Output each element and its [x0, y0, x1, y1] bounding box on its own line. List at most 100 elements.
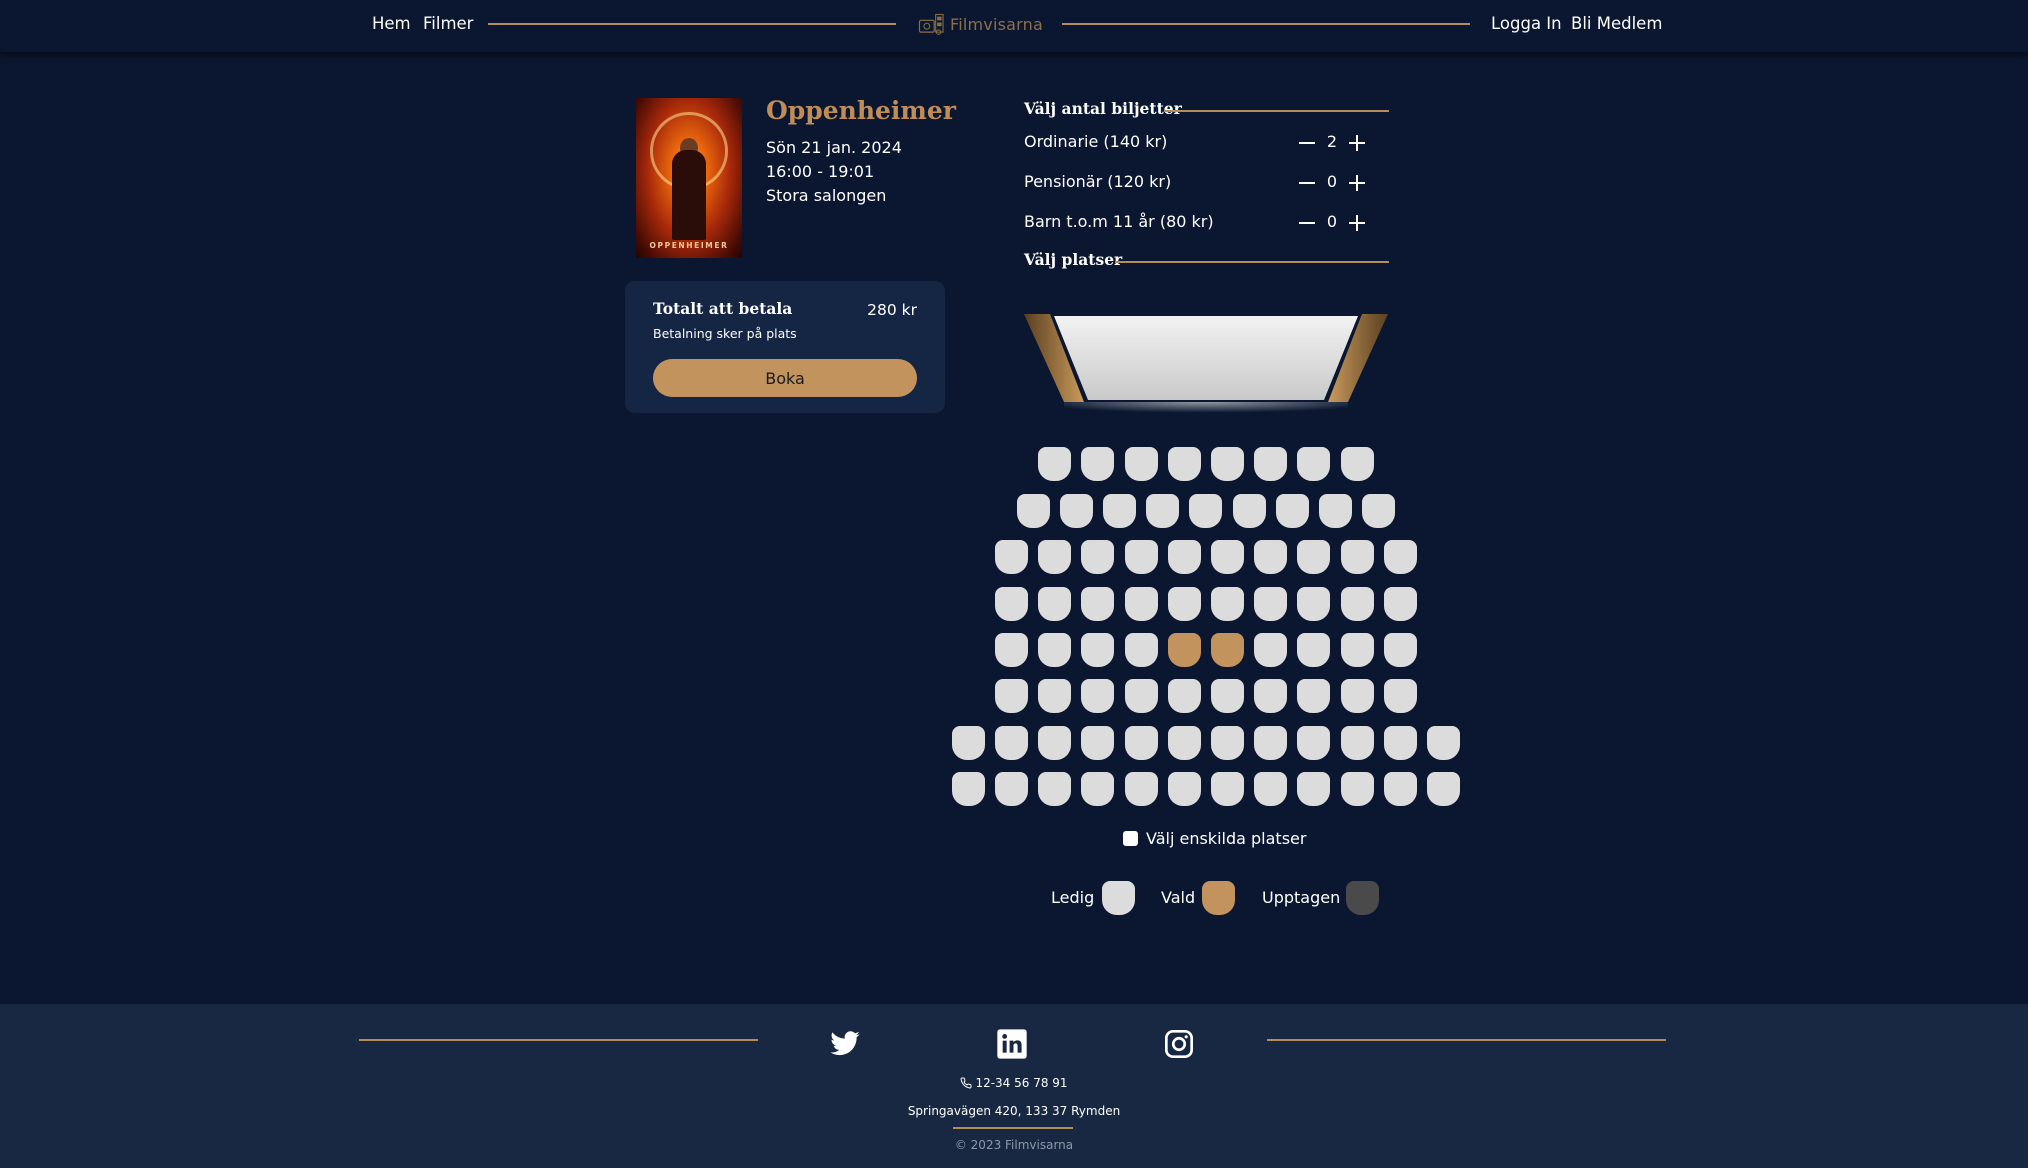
seat-free[interactable]: [1233, 494, 1266, 528]
seat-free[interactable]: [952, 726, 985, 760]
seat-free[interactable]: [1211, 772, 1244, 806]
seat-free[interactable]: [1384, 726, 1417, 760]
seat-free[interactable]: [1211, 679, 1244, 713]
seat-free[interactable]: [1081, 772, 1114, 806]
seat-free[interactable]: [1038, 726, 1071, 760]
seat-free[interactable]: [1254, 772, 1287, 806]
seat-selected[interactable]: [1168, 633, 1201, 667]
seat-free[interactable]: [1341, 679, 1374, 713]
logo[interactable]: Filmvisarna: [918, 8, 1043, 40]
seat-free[interactable]: [1125, 447, 1158, 481]
seat-free[interactable]: [1125, 772, 1158, 806]
seat-free[interactable]: [1038, 772, 1071, 806]
single-seats-toggle[interactable]: Välj enskilda platser: [1123, 829, 1306, 848]
increase-ticket-button[interactable]: [1347, 133, 1367, 153]
seat-free[interactable]: [1038, 540, 1071, 574]
seat-free[interactable]: [1297, 633, 1330, 667]
seat-free[interactable]: [1427, 726, 1460, 760]
seat-free[interactable]: [1362, 494, 1395, 528]
instagram-icon[interactable]: [1163, 1028, 1195, 1060]
decrease-ticket-button[interactable]: [1297, 173, 1317, 193]
seat-free[interactable]: [1038, 679, 1071, 713]
seat-free[interactable]: [1254, 726, 1287, 760]
seat-free[interactable]: [1427, 772, 1460, 806]
seat-free[interactable]: [1081, 726, 1114, 760]
seat-free[interactable]: [1081, 447, 1114, 481]
seat-free[interactable]: [1297, 447, 1330, 481]
seat-free[interactable]: [1297, 726, 1330, 760]
single-seats-checkbox[interactable]: [1123, 831, 1138, 846]
seat-free[interactable]: [1341, 447, 1374, 481]
seat-free[interactable]: [1168, 587, 1201, 621]
seat-free[interactable]: [1254, 633, 1287, 667]
seat-free[interactable]: [1038, 633, 1071, 667]
increase-ticket-button[interactable]: [1347, 173, 1367, 193]
seat-free[interactable]: [1341, 772, 1374, 806]
seat-free[interactable]: [1341, 633, 1374, 667]
decrease-ticket-button[interactable]: [1297, 133, 1317, 153]
seat-free[interactable]: [1297, 587, 1330, 621]
seat-free[interactable]: [995, 726, 1028, 760]
nav-home-link[interactable]: Hem: [372, 14, 411, 33]
seat-free[interactable]: [1125, 726, 1158, 760]
seat-free[interactable]: [1297, 540, 1330, 574]
seat-free[interactable]: [1038, 587, 1071, 621]
seat-free[interactable]: [1168, 447, 1201, 481]
seat-free[interactable]: [1254, 540, 1287, 574]
linkedin-icon[interactable]: [996, 1028, 1028, 1060]
seat-free[interactable]: [1276, 494, 1309, 528]
seat-free[interactable]: [1384, 633, 1417, 667]
seat-free[interactable]: [1341, 540, 1374, 574]
seat-free[interactable]: [1168, 772, 1201, 806]
seat-free[interactable]: [1384, 540, 1417, 574]
seat-free[interactable]: [1081, 679, 1114, 713]
seat-free[interactable]: [995, 772, 1028, 806]
seat-free[interactable]: [1081, 540, 1114, 574]
twitter-icon[interactable]: [829, 1028, 861, 1060]
seat-selected[interactable]: [1211, 633, 1244, 667]
seat-free[interactable]: [952, 772, 985, 806]
seat-free[interactable]: [1211, 587, 1244, 621]
seat-free[interactable]: [1297, 772, 1330, 806]
seat-free[interactable]: [1017, 494, 1050, 528]
seat-free[interactable]: [1254, 587, 1287, 621]
login-link[interactable]: Logga In: [1491, 14, 1562, 33]
seat-free[interactable]: [1341, 726, 1374, 760]
become-member-link[interactable]: Bli Medlem: [1571, 14, 1662, 33]
seat-free[interactable]: [1384, 772, 1417, 806]
seat-free[interactable]: [1125, 587, 1158, 621]
seat-free[interactable]: [1060, 494, 1093, 528]
seat-free[interactable]: [1384, 679, 1417, 713]
increase-ticket-button[interactable]: [1347, 213, 1367, 233]
seat-free[interactable]: [1081, 633, 1114, 667]
ticket-count: 2: [1326, 132, 1338, 151]
seat-free[interactable]: [1211, 726, 1244, 760]
seat-free[interactable]: [1125, 679, 1158, 713]
seat-free[interactable]: [1125, 633, 1158, 667]
seat-free[interactable]: [1341, 587, 1374, 621]
seat-free[interactable]: [1081, 587, 1114, 621]
book-button[interactable]: Boka: [653, 359, 917, 397]
seat-free[interactable]: [995, 540, 1028, 574]
seat-free[interactable]: [1146, 494, 1179, 528]
seat-free[interactable]: [1168, 679, 1201, 713]
seat-free[interactable]: [1168, 726, 1201, 760]
seat-free[interactable]: [1103, 494, 1136, 528]
decrease-ticket-button[interactable]: [1297, 213, 1317, 233]
nav-movies-link[interactable]: Filmer: [423, 14, 473, 33]
seat-free[interactable]: [995, 587, 1028, 621]
seat-free[interactable]: [1211, 540, 1244, 574]
seat-free[interactable]: [1211, 447, 1244, 481]
ticket-type-label: Ordinarie (140 kr): [1024, 132, 1168, 151]
seat-free[interactable]: [1038, 447, 1071, 481]
seat-free[interactable]: [995, 633, 1028, 667]
seat-free[interactable]: [1384, 587, 1417, 621]
seat-free[interactable]: [1189, 494, 1222, 528]
seat-free[interactable]: [1297, 679, 1330, 713]
seat-free[interactable]: [1319, 494, 1352, 528]
seat-free[interactable]: [1254, 447, 1287, 481]
seat-free[interactable]: [1168, 540, 1201, 574]
seat-free[interactable]: [995, 679, 1028, 713]
seat-free[interactable]: [1254, 679, 1287, 713]
seat-free[interactable]: [1125, 540, 1158, 574]
